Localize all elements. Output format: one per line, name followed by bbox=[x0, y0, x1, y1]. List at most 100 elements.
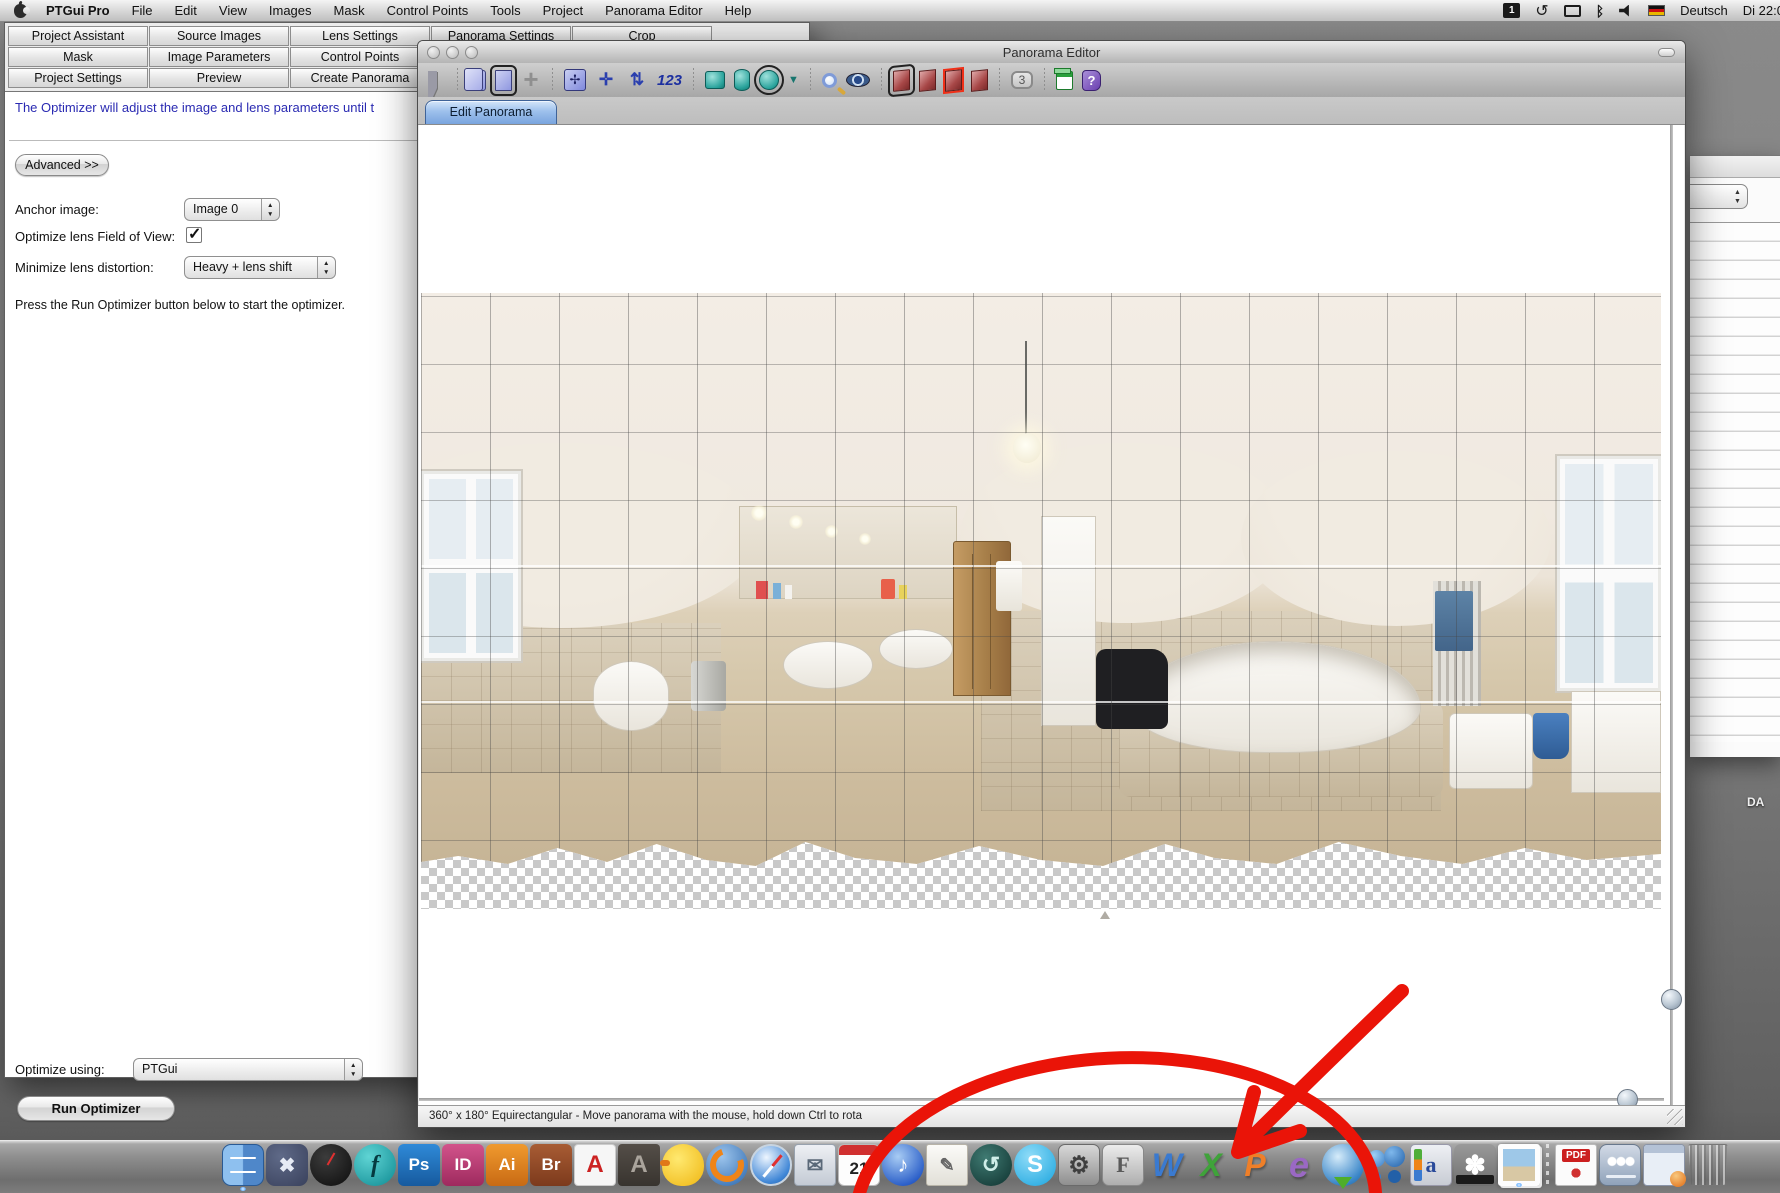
menu-view[interactable]: View bbox=[208, 0, 258, 22]
crop-panel-2-icon[interactable] bbox=[919, 69, 936, 92]
firefox-dock-icon[interactable] bbox=[706, 1144, 748, 1186]
german-flag-icon[interactable] bbox=[1648, 5, 1665, 16]
pointer-icon[interactable] bbox=[428, 71, 446, 89]
anchor-image-dropdown[interactable]: Image 0 bbox=[184, 198, 280, 221]
safari-dock-icon[interactable] bbox=[750, 1144, 792, 1186]
word-dock-icon[interactable]: W bbox=[1146, 1144, 1188, 1186]
tab-edit-panorama[interactable]: Edit Panorama bbox=[425, 100, 557, 124]
minimize-distortion-dropdown[interactable]: Heavy + lens shift bbox=[184, 256, 336, 279]
bluetooth-icon[interactable]: ᛒ bbox=[1596, 2, 1604, 20]
menu-control-points[interactable]: Control Points bbox=[376, 0, 480, 22]
apple-menu-icon[interactable] bbox=[14, 4, 27, 18]
itunes-dock-icon[interactable]: ♪ bbox=[882, 1144, 924, 1186]
add-image-icon[interactable]: + bbox=[521, 70, 541, 90]
input-language-label[interactable]: Deutsch bbox=[1680, 3, 1728, 18]
textedit-dock-icon[interactable]: ✎ bbox=[926, 1144, 968, 1186]
menu-clock[interactable]: Di 22:0 bbox=[1743, 3, 1780, 18]
help-icon[interactable]: ? bbox=[1082, 70, 1101, 91]
menu-app-name[interactable]: PTGui Pro bbox=[35, 0, 121, 22]
iphoto-dock-icon[interactable] bbox=[1498, 1144, 1540, 1186]
menu-panorama-editor[interactable]: Panorama Editor bbox=[594, 0, 714, 22]
equirectangular-projection-icon[interactable] bbox=[759, 70, 779, 90]
image-count-icon[interactable]: 3 bbox=[1011, 71, 1033, 89]
desktop-icon-label[interactable]: DA bbox=[1747, 795, 1764, 809]
resize-grip[interactable] bbox=[1667, 1109, 1683, 1125]
menu-project[interactable]: Project bbox=[532, 0, 594, 22]
run-optimizer-button[interactable]: Run Optimizer bbox=[17, 1096, 175, 1121]
tab-mask[interactable]: Mask bbox=[8, 47, 148, 67]
editor-title-bar[interactable]: Panorama Editor bbox=[418, 41, 1685, 63]
tab-image-parameters[interactable]: Image Parameters bbox=[149, 47, 289, 67]
crop-panel-4-icon[interactable] bbox=[971, 69, 988, 92]
excel-dock-icon[interactable]: X bbox=[1190, 1144, 1232, 1186]
tab-project-settings[interactable]: Project Settings bbox=[8, 68, 148, 88]
stepper-arrows-icon[interactable] bbox=[261, 199, 279, 220]
browser-window-dock-icon[interactable] bbox=[1643, 1144, 1685, 1186]
preview-eye-icon[interactable] bbox=[846, 73, 870, 87]
msn-globe-dock-icon[interactable] bbox=[1322, 1144, 1364, 1186]
advanced-button[interactable]: Advanced >> bbox=[15, 154, 109, 176]
bridge-dock-icon[interactable]: Br bbox=[530, 1144, 572, 1186]
system-preferences-dock-icon[interactable]: ⚙ bbox=[1058, 1144, 1100, 1186]
cyberduck-dock-icon[interactable] bbox=[662, 1144, 704, 1186]
fit-panorama-icon[interactable]: ✢ bbox=[564, 69, 586, 91]
cylindrical-projection-icon[interactable] bbox=[734, 69, 750, 91]
editor-canvas[interactable] bbox=[419, 125, 1684, 1105]
photoshop-dock-icon[interactable]: Ps bbox=[398, 1144, 440, 1186]
crop-panel-3-icon[interactable] bbox=[945, 69, 962, 92]
display-icon[interactable] bbox=[1564, 5, 1581, 17]
center-point-icon[interactable]: ✛ bbox=[595, 69, 617, 91]
skype-dock-icon[interactable]: S bbox=[1014, 1144, 1056, 1186]
horizontal-scroll-knob[interactable] bbox=[1617, 1089, 1638, 1105]
rectilinear-projection-icon[interactable] bbox=[705, 71, 725, 89]
menu-file[interactable]: File bbox=[121, 0, 164, 22]
stepper-arrows-icon[interactable] bbox=[344, 1059, 362, 1080]
tab-control-points[interactable]: Control Points bbox=[290, 47, 430, 67]
time-machine-dock-icon[interactable]: ↺ bbox=[970, 1144, 1012, 1186]
show-panel-icon[interactable] bbox=[1056, 71, 1073, 90]
pdf-document-dock-icon[interactable]: PDF bbox=[1555, 1144, 1597, 1186]
toolbar-toggle-button[interactable] bbox=[1658, 48, 1675, 57]
optimize-fov-checkbox[interactable] bbox=[186, 227, 202, 243]
powerpoint-dock-icon[interactable]: P bbox=[1234, 1144, 1276, 1186]
messenger-dock-icon[interactable] bbox=[1366, 1144, 1408, 1186]
edit-individual-images-icon[interactable] bbox=[495, 70, 512, 91]
stepper-arrows-icon[interactable] bbox=[317, 257, 335, 278]
spaces-icon[interactable] bbox=[1503, 3, 1520, 18]
address-folders-dock-icon[interactable]: a bbox=[1410, 1144, 1452, 1186]
volume-icon[interactable] bbox=[1619, 5, 1633, 17]
menu-edit[interactable]: Edit bbox=[164, 0, 208, 22]
font-manager-dock-icon[interactable]: F bbox=[1102, 1144, 1144, 1186]
finder-dock-icon[interactable] bbox=[222, 1144, 264, 1186]
horizontal-scroll-track[interactable] bbox=[419, 1098, 1664, 1101]
menu-images[interactable]: Images bbox=[258, 0, 323, 22]
time-machine-icon[interactable]: ↺ bbox=[1535, 2, 1548, 20]
zoom-icon[interactable] bbox=[822, 73, 837, 88]
indesign-dock-icon[interactable]: ID bbox=[442, 1144, 484, 1186]
acrobat-reader-dock-icon[interactable]: A bbox=[574, 1144, 616, 1186]
optimize-using-dropdown[interactable]: PTGui bbox=[133, 1058, 363, 1081]
menu-help[interactable]: Help bbox=[714, 0, 763, 22]
entourage-dock-icon[interactable]: e bbox=[1278, 1144, 1320, 1186]
network-drive-dock-icon[interactable] bbox=[1599, 1144, 1641, 1186]
trash-dock-icon[interactable] bbox=[1687, 1144, 1729, 1186]
crop-panel-1-icon[interactable] bbox=[893, 69, 910, 92]
projection-menu-icon[interactable]: ▼ bbox=[788, 74, 799, 86]
numerical-transform-icon[interactable]: 123 bbox=[657, 72, 682, 89]
tab-preview[interactable]: Preview bbox=[149, 68, 289, 88]
tab-create-panorama[interactable]: Create Panorama bbox=[290, 68, 430, 88]
tab-source-images[interactable]: Source Images bbox=[149, 26, 289, 46]
menu-mask[interactable]: Mask bbox=[323, 0, 376, 22]
flash-dock-icon[interactable]: f bbox=[354, 1144, 396, 1186]
quark-dock-icon[interactable]: ✽ bbox=[1454, 1144, 1496, 1186]
ical-dock-icon[interactable]: 21 bbox=[838, 1144, 880, 1186]
tab-lens-settings[interactable]: Lens Settings bbox=[290, 26, 430, 46]
quicksilver-dock-icon[interactable]: ✖ bbox=[266, 1144, 308, 1186]
panorama-image[interactable] bbox=[421, 293, 1661, 909]
mail-dock-icon[interactable]: ✉ bbox=[794, 1144, 836, 1186]
straighten-panorama-icon[interactable]: ⇅ bbox=[626, 69, 648, 91]
right-panel-stepper[interactable] bbox=[1690, 184, 1748, 209]
acrobat-distiller-dock-icon[interactable]: A bbox=[618, 1144, 660, 1186]
menu-tools[interactable]: Tools bbox=[479, 0, 531, 22]
illustrator-dock-icon[interactable]: Ai bbox=[486, 1144, 528, 1186]
